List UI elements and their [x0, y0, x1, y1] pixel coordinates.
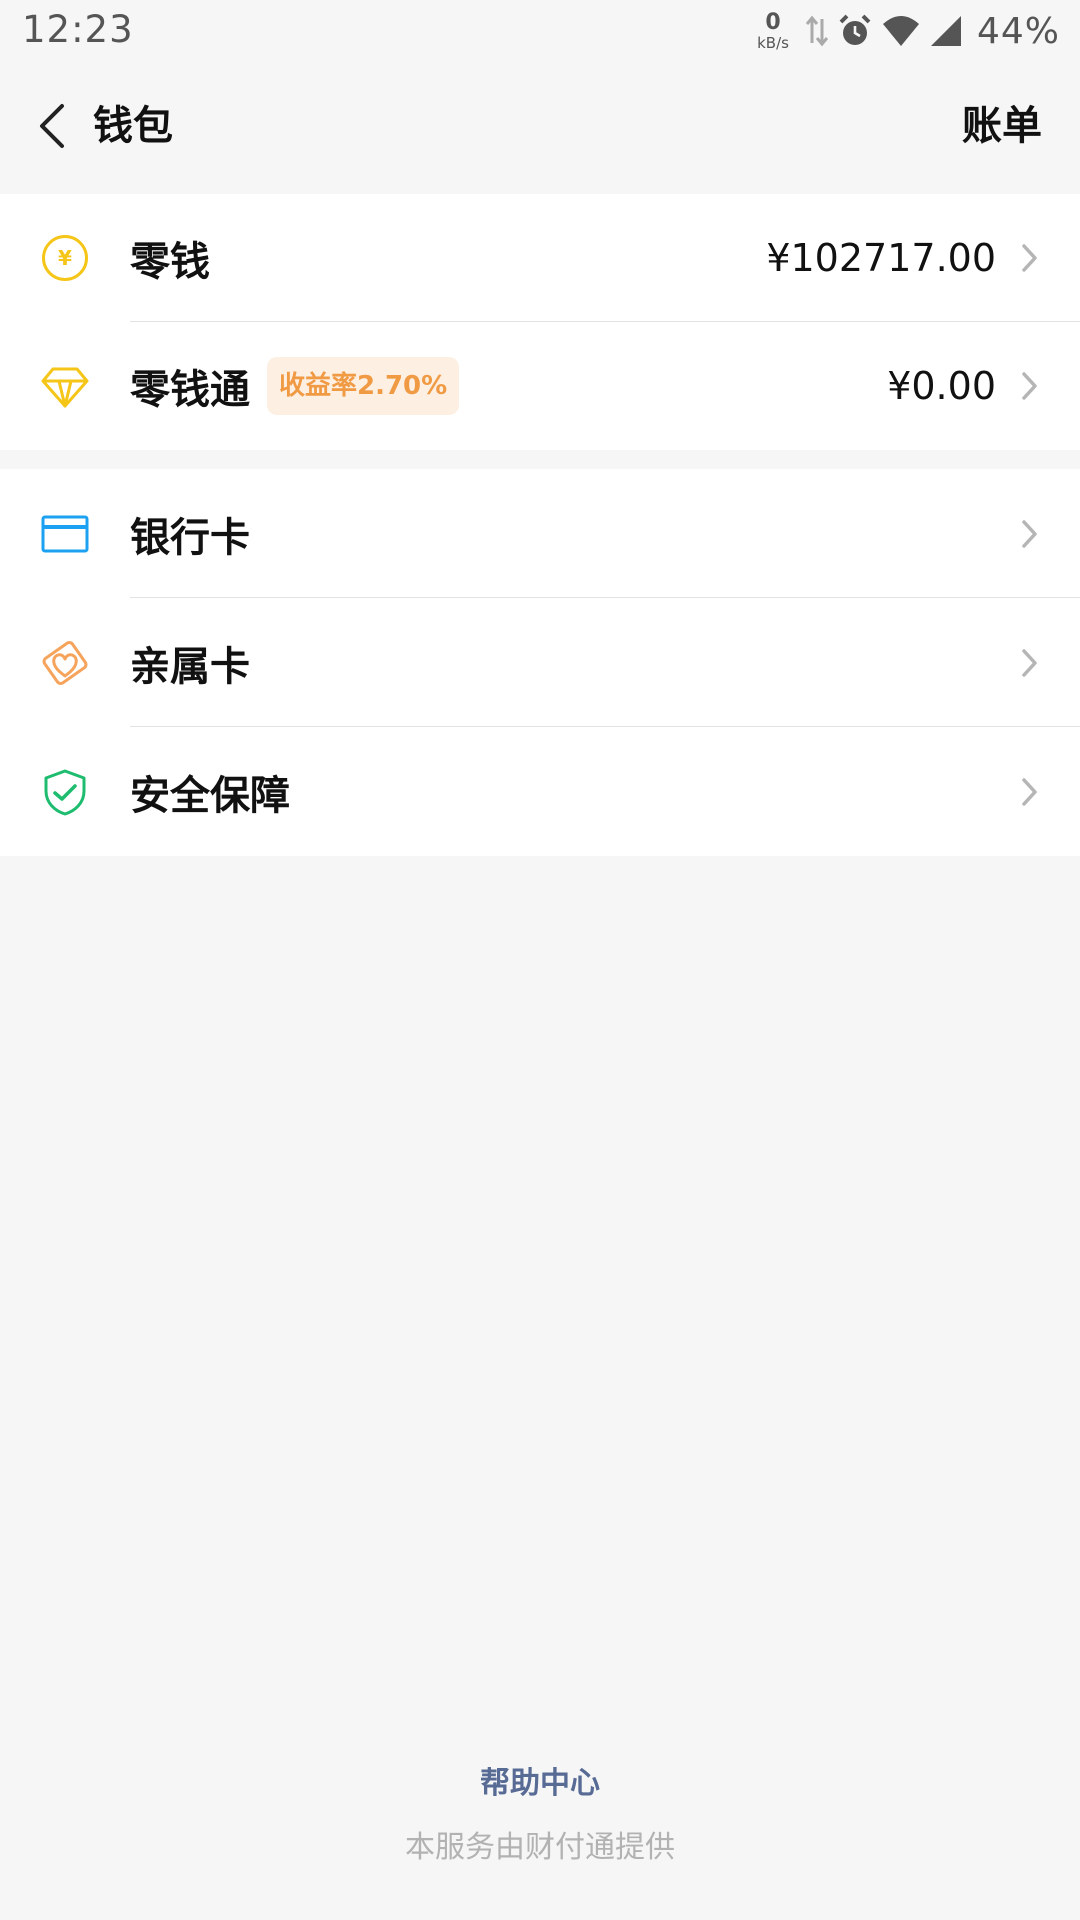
list-item-bank-card[interactable]: 银行卡: [0, 469, 1080, 598]
list-item-security[interactable]: 安全保障: [0, 727, 1080, 856]
network-speed: 0 kB/s: [757, 9, 789, 52]
yield-rate-badge: 收益率2.70%: [267, 357, 460, 415]
family-card-icon: [40, 638, 90, 688]
bank-card-icon: [40, 509, 90, 559]
list-item-label: 零钱: [130, 239, 210, 285]
shield-check-icon: [40, 767, 90, 817]
alarm-icon: [837, 13, 873, 49]
list-item-label: 亲属卡: [130, 643, 250, 690]
back-arrow-icon: [40, 104, 64, 148]
bill-button[interactable]: 账单: [962, 96, 1042, 156]
list-item-lingqiantong[interactable]: 零钱通 收益率2.70% ¥0.00: [0, 322, 1080, 450]
chevron-right-icon: [1020, 776, 1040, 808]
change-balance: ¥102717.00: [766, 236, 996, 280]
list-item-label: 银行卡: [130, 514, 250, 561]
chevron-right-icon: [1020, 647, 1040, 679]
list-item-label: 安全保障: [130, 772, 290, 819]
list-item-family-card[interactable]: 亲属卡: [0, 598, 1080, 727]
svg-text:¥: ¥: [58, 246, 72, 270]
chevron-right-icon: [1020, 370, 1040, 402]
wifi-icon: [881, 14, 921, 48]
status-time: 12:23: [22, 8, 134, 51]
help-center-link[interactable]: 帮助中心: [0, 1758, 1080, 1802]
header: 钱包 账单: [0, 62, 1080, 194]
battery-percentage: 44%: [976, 10, 1060, 52]
back-button[interactable]: [22, 96, 82, 156]
list-item-change[interactable]: ¥ 零钱 ¥102717.00: [0, 194, 1080, 322]
provider-text: 本服务由财付通提供: [405, 1830, 675, 1865]
cards-group: 银行卡 亲属卡 安全保障: [0, 469, 1080, 856]
data-transfer-icon: [805, 13, 829, 49]
lingqiantong-balance: ¥0.00: [887, 364, 996, 408]
chevron-right-icon: [1020, 242, 1040, 274]
status-icons: 0 kB/s 44%: [757, 8, 1060, 54]
signal-icon: [929, 14, 963, 48]
status-bar: 12:23 0 kB/s 44%: [0, 0, 1080, 62]
list-item-label: 零钱通: [130, 367, 250, 413]
yuan-coin-icon: ¥: [40, 233, 90, 283]
network-speed-unit: kB/s: [757, 33, 789, 52]
chevron-right-icon: [1020, 518, 1040, 550]
page-title: 钱包: [93, 103, 173, 149]
balance-group: ¥ 零钱 ¥102717.00 零钱通 收益率2.70% ¥0.00: [0, 194, 1080, 450]
network-speed-value: 0: [765, 9, 781, 35]
diamond-icon: [40, 361, 90, 411]
